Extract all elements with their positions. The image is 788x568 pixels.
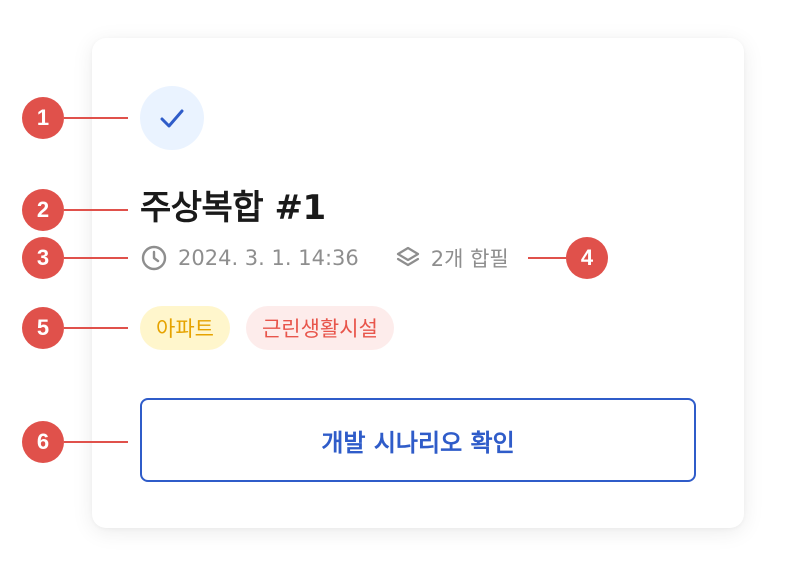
check-icon — [160, 109, 184, 128]
parcel-count: 2개 합필 — [430, 247, 509, 271]
created-date: 2024. 3. 1. 14:36 — [178, 246, 359, 270]
tag-apartment: 아파트 — [140, 306, 230, 350]
annotation-connector-4 — [528, 257, 568, 259]
annotation-marker-6: 6 — [22, 421, 64, 463]
project-title: 주상복합 #1 — [140, 188, 326, 228]
annotation-marker-5: 5 — [22, 307, 64, 349]
usage-tags: 아파트 근린생활시설 — [140, 306, 394, 350]
annotation-connector-3 — [64, 257, 128, 259]
project-meta: 2024. 3. 1. 14:36 2개 합필 — [140, 242, 509, 274]
annotation-marker-2: 2 — [22, 189, 64, 231]
view-development-scenario-button[interactable]: 개발 시나리오 확인 — [140, 398, 696, 482]
annotation-connector-1 — [64, 117, 128, 119]
annotation-connector-5 — [64, 327, 128, 329]
clock-icon — [140, 244, 168, 272]
annotated-card-stage: 주상복합 #1 2024. 3. 1. 14:36 2개 합필 아파트 근린생활… — [0, 0, 788, 568]
tag-neighborhood-facility: 근린생활시설 — [245, 306, 394, 350]
annotation-connector-6 — [64, 441, 128, 443]
annotation-marker-3: 3 — [22, 237, 64, 279]
status-check-badge — [140, 86, 204, 150]
annotation-connector-2 — [64, 209, 128, 211]
annotation-marker-4: 4 — [566, 237, 608, 279]
annotation-marker-1: 1 — [22, 97, 64, 139]
layers-icon — [395, 245, 421, 271]
